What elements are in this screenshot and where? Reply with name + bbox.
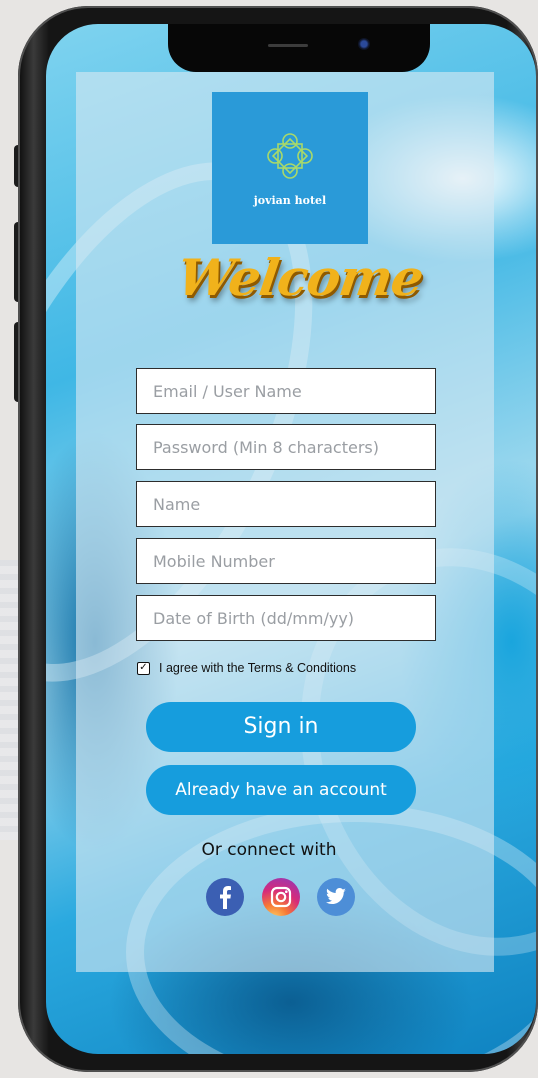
twitter-icon[interactable] bbox=[317, 878, 355, 916]
password-field[interactable] bbox=[136, 424, 436, 470]
speaker-grille bbox=[268, 44, 308, 47]
mobile-field[interactable] bbox=[136, 538, 436, 584]
dob-input[interactable] bbox=[137, 596, 435, 640]
mobile-input[interactable] bbox=[137, 539, 435, 583]
sign-in-button[interactable]: Sign in bbox=[146, 702, 416, 752]
app-mockup: jovian hotel Welcome ✓ I agree with the … bbox=[0, 0, 538, 1078]
front-camera bbox=[358, 38, 370, 50]
email-input[interactable] bbox=[137, 369, 435, 413]
already-have-account-button[interactable]: Already have an account bbox=[146, 765, 416, 815]
email-field[interactable] bbox=[136, 368, 436, 414]
name-input[interactable] bbox=[137, 482, 435, 526]
logo-emblem-icon bbox=[267, 133, 313, 179]
password-input[interactable] bbox=[137, 425, 435, 469]
terms-checkbox[interactable]: ✓ bbox=[137, 661, 150, 675]
connect-heading: Or connect with bbox=[201, 840, 337, 860]
name-field[interactable] bbox=[136, 481, 436, 527]
terms-row[interactable]: ✓ I agree with the Terms & Conditions bbox=[137, 658, 356, 678]
terms-label: I agree with the Terms & Conditions bbox=[159, 661, 357, 675]
notch bbox=[168, 24, 430, 72]
instagram-icon[interactable] bbox=[262, 878, 300, 916]
hotel-logo: jovian hotel bbox=[212, 92, 368, 244]
dob-field[interactable] bbox=[136, 595, 436, 641]
welcome-title: Welcome bbox=[173, 248, 427, 307]
facebook-icon[interactable] bbox=[206, 878, 244, 916]
logo-text: jovian hotel bbox=[253, 194, 327, 207]
